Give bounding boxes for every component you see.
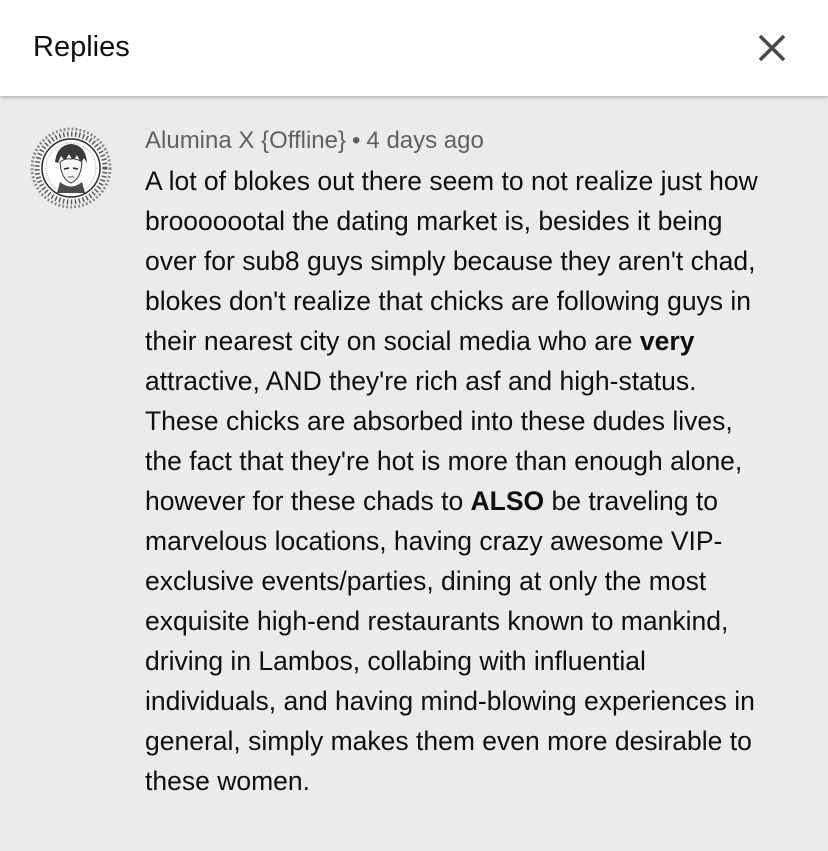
avatar[interactable] xyxy=(30,127,112,209)
comment-line: these women. xyxy=(145,766,310,796)
comment-text: be traveling to xyxy=(544,486,719,516)
comment-timestamp: 4 days ago xyxy=(366,127,484,154)
comment-body: A lot of blokes out there seem to not re… xyxy=(145,161,815,801)
comment-line: driving in Lambos, collabing with influe… xyxy=(145,646,646,676)
comment-text: however for these chads to xyxy=(145,486,471,516)
close-button[interactable] xyxy=(748,24,796,72)
comment-text: their nearest city on social media who a… xyxy=(145,326,640,356)
replies-header: Replies xyxy=(0,0,828,96)
comment-line: exquisite high-end restaurants known to … xyxy=(145,606,729,636)
comment-line: attractive, AND they're rich asf and hig… xyxy=(145,366,697,396)
meta-separator: • xyxy=(352,127,361,154)
reply-comment: Alumina X {Offline} • 4 days ago A lot of … xyxy=(145,126,815,801)
comment-line: brooooootal the dating market is, beside… xyxy=(145,206,723,236)
close-icon xyxy=(758,34,786,62)
comment-line: however for these chads to ALSO be trave… xyxy=(145,481,815,521)
comment-author[interactable]: Alumina X {Offline} xyxy=(145,127,346,154)
anime-portrait-avatar-icon xyxy=(30,127,112,209)
comment-line: over for sub8 guys simply because they a… xyxy=(145,246,756,276)
comment-line: These chicks are absorbed into these dud… xyxy=(145,406,733,436)
comment-line: general, simply makes them even more des… xyxy=(145,726,752,756)
replies-list: Alumina X {Offline} • 4 days ago A lot of … xyxy=(0,96,828,851)
comment-line: blokes don't realize that chicks are fol… xyxy=(145,286,752,316)
comment-line: A lot of blokes out there seem to not re… xyxy=(145,166,758,196)
bold-text: very xyxy=(639,326,695,356)
comment-line: their nearest city on social media who a… xyxy=(145,321,815,361)
comment-line: individuals, and having mind-blowing exp… xyxy=(145,686,755,716)
header-title: Replies xyxy=(33,31,130,63)
comment-meta: Alumina X {Offline} • 4 days ago xyxy=(145,126,815,156)
comment-line: the fact that they're hot is more than e… xyxy=(145,446,743,476)
comment-line: marvelous locations, having crazy awesom… xyxy=(145,526,723,556)
bold-text: ALSO xyxy=(470,486,545,516)
comment-line: exclusive events/parties, dining at only… xyxy=(145,566,707,596)
